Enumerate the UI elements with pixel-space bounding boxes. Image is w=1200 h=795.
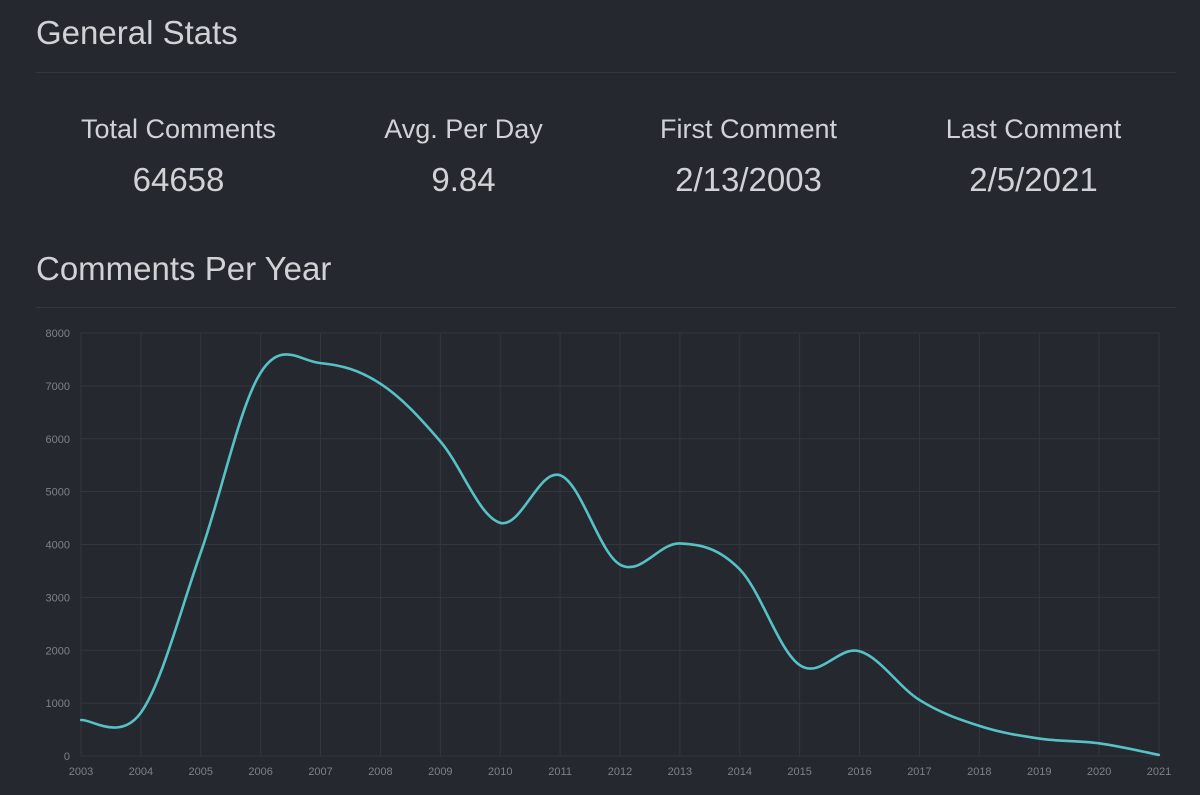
y-tick-label: 1000 [46, 698, 70, 710]
x-tick-label: 2016 [847, 766, 871, 778]
y-axis-ticks: 0 1000 2000 3000 4000 5000 6000 7000 8000 [46, 328, 70, 763]
data-point [1157, 753, 1161, 757]
data-point [379, 382, 382, 385]
x-tick-label: 2019 [1027, 766, 1051, 778]
x-tick-label: 2017 [907, 766, 931, 778]
data-point [1097, 742, 1101, 745]
stat-first-comment: First Comment 2/13/2003 [606, 112, 891, 200]
x-tick-label: 2008 [368, 766, 392, 778]
data-point [259, 371, 262, 374]
x-tick-label: 2021 [1147, 766, 1171, 778]
x-tick-label: 2009 [428, 766, 452, 778]
page: General Stats Total Comments 64658 Avg. … [0, 0, 1200, 795]
y-tick-label: 4000 [46, 540, 70, 552]
stat-value: 2/13/2003 [675, 161, 822, 198]
stat-value: 2/5/2021 [969, 161, 1098, 198]
x-tick-label: 2010 [488, 766, 512, 778]
x-tick-label: 2004 [129, 766, 153, 778]
x-tick-label: 2006 [248, 766, 272, 778]
data-point [558, 474, 562, 477]
x-tick-label: 2013 [668, 766, 692, 778]
data-point [738, 568, 741, 571]
data-point [918, 698, 921, 702]
y-tick-label: 2000 [46, 645, 70, 657]
stat-last-comment: Last Comment 2/5/2021 [891, 112, 1176, 200]
x-tick-label: 2012 [608, 766, 632, 778]
comments-per-year-divider [36, 307, 1176, 308]
y-tick-label: 3000 [46, 592, 70, 604]
x-tick-label: 2020 [1087, 766, 1111, 778]
stat-avg-per-day: Avg. Per Day 9.84 [321, 112, 606, 200]
y-tick-label: 8000 [46, 328, 70, 340]
x-tick-label: 2011 [548, 766, 572, 778]
data-point [79, 718, 83, 722]
stat-label: Total Comments [80, 114, 277, 144]
x-tick-label: 2007 [308, 766, 332, 778]
y-tick-label: 5000 [46, 487, 70, 499]
stats-row: Total Comments 64658 Avg. Per Day 9.84 F… [36, 112, 1176, 200]
data-point [319, 361, 322, 365]
data-point [199, 551, 202, 554]
stat-value: 9.84 [431, 161, 496, 198]
x-tick-label: 2018 [967, 766, 991, 778]
data-point [439, 440, 442, 443]
data-point [139, 711, 143, 714]
data-point [798, 663, 801, 667]
comments-per-year-chart: 010002000300040005000600070008000 2003 20… [46, 328, 1172, 778]
data-point [678, 542, 682, 545]
data-point [618, 563, 622, 566]
stat-value: 64658 [132, 161, 225, 198]
data-point [499, 521, 502, 525]
stat-label: First Comment [659, 114, 838, 144]
y-tick-label: 7000 [46, 381, 70, 393]
x-axis-ticks: 2003 2004 2005 2006 2007 2008 2009 2010 2011 2012… [69, 766, 1171, 778]
data-point [858, 650, 861, 653]
grid-layer [80, 332, 1160, 757]
x-tick-label: 2014 [728, 766, 752, 778]
stat-label: Avg. Per Day [384, 114, 543, 144]
general-stats-divider [36, 72, 1176, 73]
comments-per-year-title: Comments Per Year [36, 250, 332, 287]
y-tick-label: 0 [64, 751, 70, 763]
stat-label: Last Comment [945, 114, 1122, 144]
x-tick-label: 2003 [69, 766, 93, 778]
stat-total-comments: Total Comments 64658 [36, 112, 321, 200]
x-tick-label: 2015 [787, 766, 811, 778]
data-point [1038, 737, 1041, 740]
general-stats-title: General Stats [36, 14, 238, 51]
data-point [978, 724, 981, 728]
y-tick-label: 6000 [46, 434, 70, 446]
x-tick-label: 2005 [189, 766, 213, 778]
